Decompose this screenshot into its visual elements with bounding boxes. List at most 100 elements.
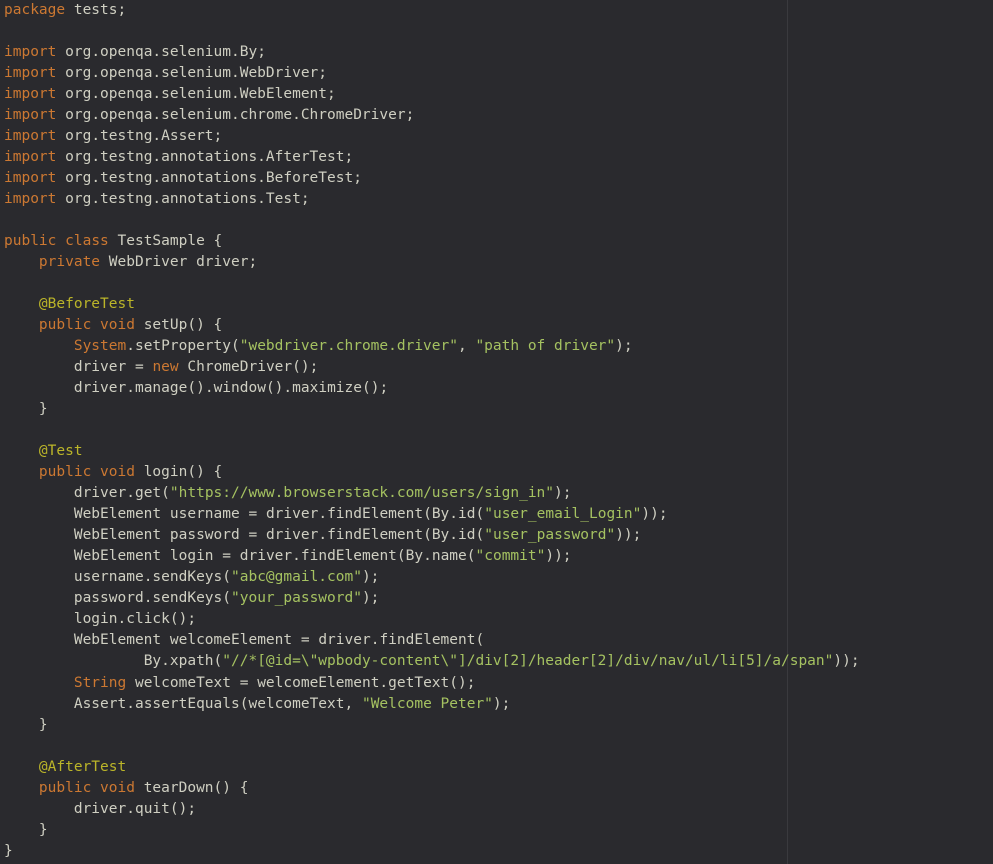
code-line[interactable] (4, 736, 783, 757)
token-punct: ( (222, 590, 231, 606)
code-line[interactable]: import org.testng.annotations.AfterTest; (4, 147, 783, 168)
token-punct (135, 317, 144, 333)
token-punct: ; (353, 170, 362, 186)
code-line[interactable] (4, 21, 783, 42)
code-line[interactable]: } (4, 715, 783, 736)
token-punct (65, 2, 74, 18)
token-punct: } (4, 401, 48, 417)
token-punct: (); (170, 611, 196, 627)
token-punct: ( (161, 485, 170, 501)
code-line[interactable]: @Test (4, 441, 783, 462)
token-punct: . (126, 801, 135, 817)
code-line[interactable]: driver.manage().window().maximize(); (4, 378, 783, 399)
token-punct (135, 464, 144, 480)
code-line[interactable]: public void tearDown() { (4, 778, 783, 799)
token-method: id (458, 527, 475, 543)
code-line[interactable]: import org.openqa.selenium.chrome.Chrome… (4, 105, 783, 126)
token-punct (187, 254, 196, 270)
code-line[interactable]: @AfterTest (4, 757, 783, 778)
token-punct: ( (222, 569, 231, 585)
token-punct: ( (475, 632, 484, 648)
token-punct (56, 170, 65, 186)
code-line[interactable]: } (4, 820, 783, 841)
token-punct (4, 548, 74, 564)
code-line[interactable]: driver.quit(); (4, 799, 783, 820)
code-line[interactable]: import org.openqa.selenium.By; (4, 42, 783, 63)
token-punct: ; (248, 254, 257, 270)
code-line[interactable]: driver.get("https://www.browserstack.com… (4, 483, 783, 504)
token-string: "commit" (476, 548, 546, 564)
token-ident: org.testng.Assert (65, 128, 213, 144)
token-punct (56, 86, 65, 102)
code-line[interactable]: String welcomeText = welcomeElement.getT… (4, 673, 783, 694)
token-ident: org.testng.annotations.BeforeTest (65, 170, 353, 186)
token-punct (91, 317, 100, 333)
token-punct: . (318, 527, 327, 543)
token-punct: . (318, 506, 327, 522)
code-line[interactable]: public class TestSample { (4, 231, 783, 252)
token-string: "abc@gmail.com" (231, 569, 362, 585)
token-punct: ; (318, 65, 327, 81)
code-line[interactable]: password.sendKeys("your_password"); (4, 588, 783, 609)
token-type: TestSample (118, 233, 205, 249)
token-method: findElement (327, 527, 423, 543)
token-punct (56, 233, 65, 249)
token-kw: import (4, 86, 56, 102)
code-line[interactable]: package tests; (4, 0, 783, 21)
code-line[interactable] (4, 210, 783, 231)
code-line[interactable]: System.setProperty("webdriver.chrome.dri… (4, 336, 783, 357)
code-editor[interactable]: package tests; import org.openqa.seleniu… (0, 0, 788, 864)
code-line[interactable] (4, 420, 783, 441)
token-kw: public (39, 780, 91, 796)
token-punct: (); (170, 801, 196, 817)
token-punct: (); (292, 359, 318, 375)
token-method: quit (135, 801, 170, 817)
token-type: WebElement (74, 506, 161, 522)
code-line[interactable]: By.xpath("//*[@id=\"wpbody-content\"]/di… (4, 651, 783, 672)
code-line[interactable]: import org.testng.annotations.BeforeTest… (4, 168, 783, 189)
token-punct: )); (615, 527, 641, 543)
token-punct: ( (476, 506, 485, 522)
token-punct: () { (214, 780, 249, 796)
token-type: WebElement (74, 548, 161, 564)
token-punct (4, 464, 39, 480)
code-line[interactable]: } (4, 841, 783, 862)
token-method: setProperty (135, 338, 231, 354)
code-line[interactable]: import org.testng.annotations.Test; (4, 189, 783, 210)
token-kw: package (4, 2, 65, 18)
code-line[interactable]: public void login() { (4, 462, 783, 483)
code-line[interactable] (4, 273, 783, 294)
token-kw: class (65, 233, 109, 249)
token-ident: driver (74, 380, 126, 396)
code-line[interactable]: Assert.assertEquals(welcomeText, "Welcom… (4, 694, 783, 715)
token-punct: { (205, 233, 222, 249)
code-line[interactable]: WebElement username = driver.findElement… (4, 504, 783, 525)
token-punct: = (292, 632, 318, 648)
token-punct (4, 380, 74, 396)
token-punct: ( (423, 506, 432, 522)
token-punct: ; (118, 2, 127, 18)
token-type: By (432, 527, 449, 543)
code-line[interactable]: import org.openqa.selenium.WebElement; (4, 84, 783, 105)
code-line[interactable]: WebElement login = driver.findElement(By… (4, 546, 783, 567)
token-punct: } (4, 717, 48, 733)
code-line[interactable]: public void setUp() { (4, 315, 783, 336)
token-kw: import (4, 170, 56, 186)
code-line[interactable]: username.sendKeys("abc@gmail.com"); (4, 567, 783, 588)
code-line[interactable]: login.click(); (4, 609, 783, 630)
token-kw: public (39, 464, 91, 480)
code-line[interactable]: import org.openqa.selenium.WebDriver; (4, 63, 783, 84)
token-strtype: String (74, 675, 126, 691)
code-line[interactable]: WebElement password = driver.findElement… (4, 525, 783, 546)
token-type: Assert (74, 696, 126, 712)
token-kw: import (4, 44, 56, 60)
token-kw: import (4, 191, 56, 207)
code-line[interactable]: } (4, 399, 783, 420)
code-line[interactable]: import org.testng.Assert; (4, 126, 783, 147)
token-punct: ( (397, 548, 406, 564)
code-line[interactable]: private WebDriver driver; (4, 252, 783, 273)
token-ident: username (170, 506, 240, 522)
code-line[interactable]: driver = new ChromeDriver(); (4, 357, 783, 378)
code-line[interactable]: @BeforeTest (4, 294, 783, 315)
code-line[interactable]: WebElement welcomeElement = driver.findE… (4, 630, 783, 651)
